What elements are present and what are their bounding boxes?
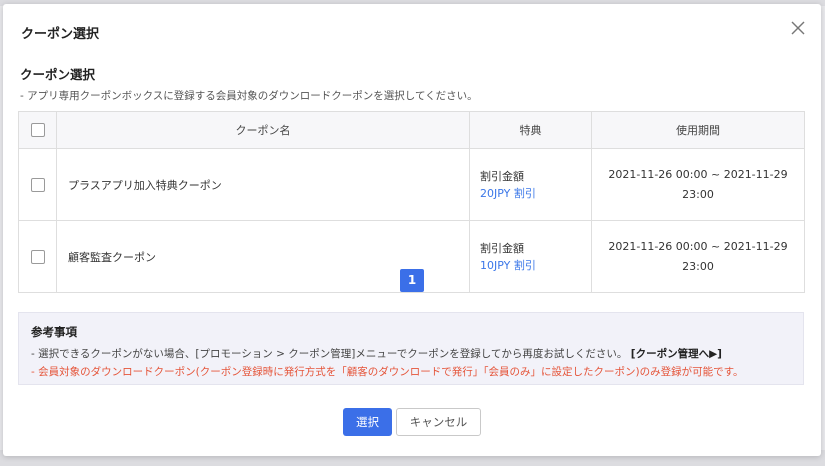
row-checkbox[interactable] — [30, 177, 45, 192]
select-all-checkbox[interactable] — [30, 123, 45, 137]
header-period: 使用期間 — [591, 111, 805, 149]
note-line-2-warning: - 会員対象のダウンロードクーポン(クーポン登録時に発行方式を「顧客のダウンロー… — [31, 366, 744, 378]
notes-box: 参考事項 - 選択できるクーポンがない場合、[プロモーション > クーポン管理]… — [18, 312, 804, 385]
benefit-cell: 割引金額 10JPY 割引 — [469, 220, 592, 293]
benefit-value: 10JPY 割引 — [480, 258, 536, 272]
period-start-end: 2021-11-26 00:00 ~ 2021-11-29 — [608, 239, 788, 253]
note-line-1: - 選択できるクーポンがない場合、[プロモーション > クーポン管理]メニューで… — [31, 346, 722, 361]
pagination-page-button[interactable]: 1 — [400, 269, 424, 292]
period-cell: 2021-11-26 00:00 ~ 2021-11-29 23:00 — [591, 220, 805, 293]
section-title: クーポン選択 — [20, 67, 96, 82]
select-button[interactable]: 選択 — [343, 408, 392, 436]
row-checkbox[interactable] — [30, 249, 45, 264]
table-header-row: クーポン名 特典 使用期間 — [18, 111, 805, 149]
benefit-value: 20JPY 割引 — [480, 186, 536, 200]
benefit-label: 割引金額 — [480, 241, 524, 255]
coupon-management-link[interactable]: [クーポン管理へ▶] — [631, 348, 722, 360]
coupon-table: クーポン名 特典 使用期間 プラスアプリ加入特典クーポン 割引金額 20JPY … — [18, 111, 805, 293]
modal-title: クーポン選択 — [21, 27, 100, 42]
table-row: プラスアプリ加入特典クーポン 割引金額 20JPY 割引 2021-11-26 … — [18, 148, 805, 221]
notes-title: 参考事項 — [31, 325, 77, 339]
header-checkbox-cell — [18, 111, 57, 149]
header-coupon-name: クーポン名 — [56, 111, 470, 149]
cancel-button[interactable]: キャンセル — [396, 408, 481, 436]
period-end-time: 23:00 — [682, 259, 714, 273]
coupon-select-modal: クーポン選択 クーポン選択 - アプリ専用クーポンボックスに登録する会員対象のダ… — [3, 4, 821, 456]
period-cell: 2021-11-26 00:00 ~ 2021-11-29 23:00 — [591, 148, 805, 221]
close-icon[interactable] — [789, 19, 807, 37]
section-description: - アプリ専用クーポンボックスに登録する会員対象のダウンロードクーポンを選択して… — [20, 90, 478, 102]
period-end-time: 23:00 — [682, 187, 714, 201]
note-text: - 選択できるクーポンがない場合、[プロモーション > クーポン管理]メニューで… — [31, 348, 628, 360]
row-checkbox-cell — [18, 220, 57, 293]
benefit-label: 割引金額 — [480, 169, 524, 183]
row-checkbox-cell — [18, 148, 57, 221]
coupon-name: プラスアプリ加入特典クーポン — [56, 148, 470, 221]
benefit-cell: 割引金額 20JPY 割引 — [469, 148, 592, 221]
header-benefit: 特典 — [469, 111, 592, 149]
period-start-end: 2021-11-26 00:00 ~ 2021-11-29 — [608, 167, 788, 181]
